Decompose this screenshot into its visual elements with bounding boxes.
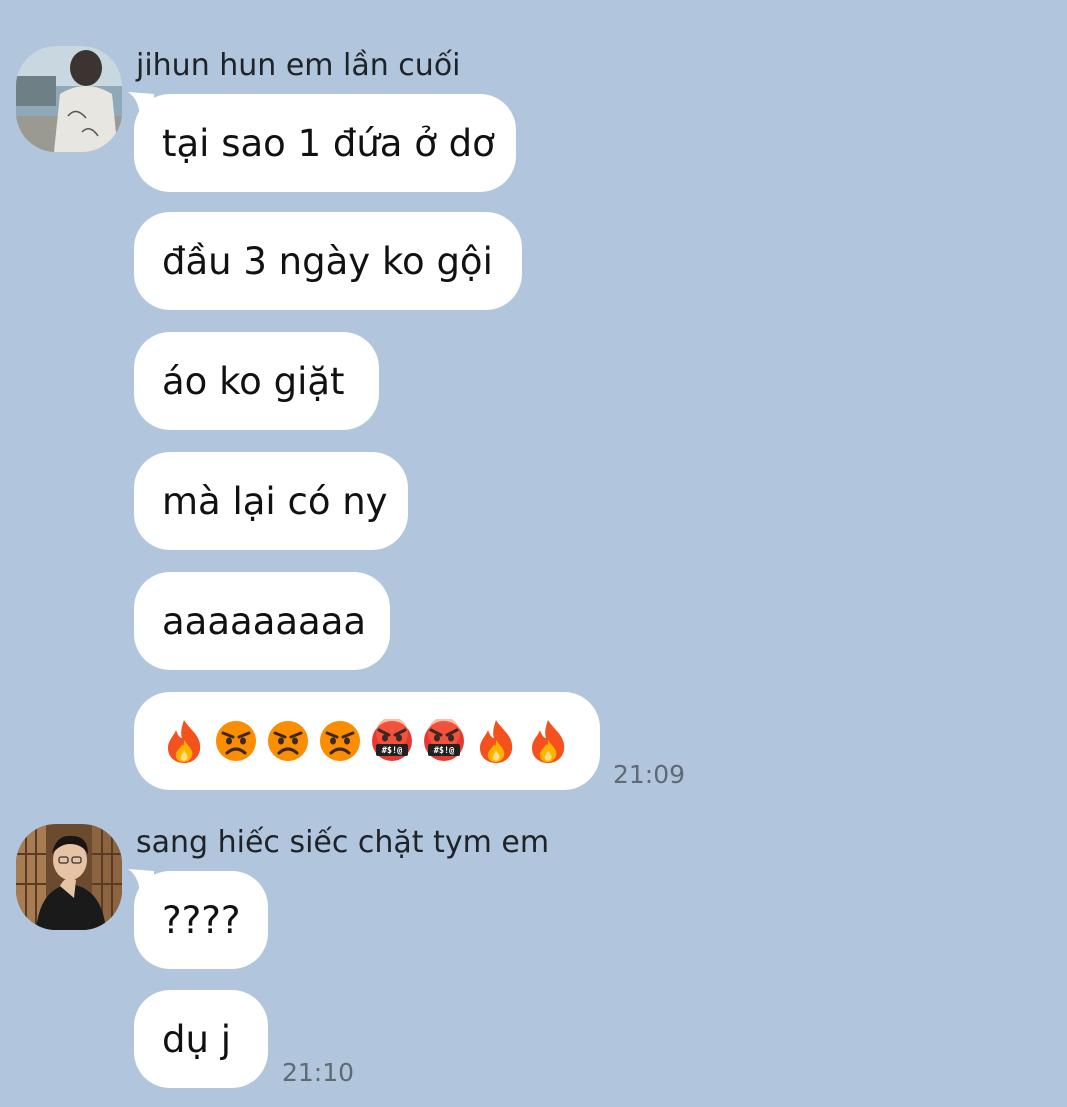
emoji-message-bubble[interactable]: #$!@ #$!@ bbox=[134, 692, 600, 790]
cursing-face-icon: #$!@ bbox=[424, 719, 464, 761]
message-text: tại sao 1 đứa ở dơ bbox=[162, 121, 495, 165]
sender-name: jihun hun em lần cuối bbox=[136, 48, 461, 83]
fire-icon bbox=[532, 720, 565, 763]
message-bubble[interactable]: đầu 3 ngày ko gội bbox=[134, 212, 522, 310]
cursing-symbols: #$!@ bbox=[434, 746, 454, 756]
message-text: ???? bbox=[162, 898, 241, 942]
angry-face-icon bbox=[216, 721, 256, 761]
message-time: 21:09 bbox=[613, 760, 686, 789]
message-text: aaaaaaaaa bbox=[162, 599, 367, 643]
angry-face-icon bbox=[320, 721, 360, 761]
message-text: dụ j bbox=[162, 1017, 231, 1061]
message-bubble[interactable]: dụ j bbox=[134, 990, 268, 1088]
angry-face-icon bbox=[268, 721, 308, 761]
sender-name: sang hiếc siếc chặt tym em bbox=[136, 825, 550, 860]
message-bubble[interactable]: áo ko giặt bbox=[134, 332, 379, 430]
message-time: 21:10 bbox=[282, 1058, 355, 1087]
message-text: mà lại có ny bbox=[162, 479, 388, 523]
fire-icon bbox=[168, 720, 201, 763]
message-bubble[interactable]: aaaaaaaaa bbox=[134, 572, 390, 670]
message-text: đầu 3 ngày ko gội bbox=[162, 239, 493, 283]
message-bubble[interactable]: tại sao 1 đứa ở dơ bbox=[134, 94, 516, 192]
message-text: áo ko giặt bbox=[162, 359, 345, 403]
fire-icon bbox=[480, 720, 513, 763]
cursing-face-icon: #$!@ bbox=[372, 719, 412, 761]
avatar-sang[interactable] bbox=[16, 824, 122, 930]
message-bubble[interactable]: ???? bbox=[134, 871, 268, 969]
message-bubble[interactable]: mà lại có ny bbox=[134, 452, 408, 550]
emoji-row: #$!@ #$!@ bbox=[162, 718, 570, 764]
cursing-symbols: #$!@ bbox=[382, 746, 402, 756]
avatar-jihun[interactable] bbox=[16, 46, 122, 152]
avatar-sang-photo bbox=[16, 824, 122, 930]
avatar-jihun-photo bbox=[16, 46, 122, 152]
